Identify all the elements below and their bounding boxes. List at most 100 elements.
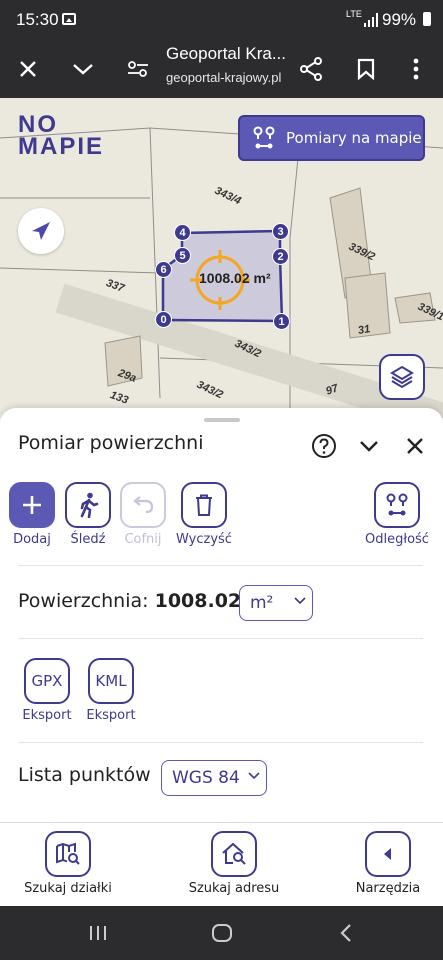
back-button[interactable]: [316, 906, 376, 960]
clear-tool[interactable]: Wyczyść: [174, 482, 234, 547]
map-search-icon: [56, 842, 80, 865]
chevron-down-icon: [248, 772, 260, 780]
chevron-down-icon: [360, 441, 378, 452]
divider: [18, 565, 423, 566]
divider: [18, 742, 423, 743]
search-address-label: Szukaj adresu: [188, 881, 280, 896]
map-area-label: 1008.02 m²: [199, 270, 271, 286]
search-address-button[interactable]: [211, 831, 257, 877]
undo-icon: [133, 496, 154, 514]
bottom-navigation: Szukaj działki Szukaj adresu Narzędzia: [0, 822, 443, 906]
area-result: Powierzchnia: 1008.02: [18, 590, 241, 612]
measure-points-icon: [253, 126, 275, 149]
help-button[interactable]: [310, 432, 338, 460]
measurements-button[interactable]: Pomiary na mapie: [238, 115, 425, 161]
distance-button[interactable]: [374, 482, 420, 528]
close-icon: [407, 438, 423, 454]
unit-select-value: m²: [250, 593, 274, 613]
close-tab-button[interactable]: [6, 40, 50, 98]
undo-label: Cofnij: [124, 532, 162, 547]
more-vert-icon: [413, 58, 419, 80]
add-point-tool[interactable]: Dodaj: [9, 482, 55, 547]
chevron-down-icon: [73, 64, 93, 75]
panel-title: Pomiar powierzchni: [18, 432, 204, 454]
minimize-button[interactable]: [61, 40, 105, 98]
image-notification-icon: [62, 13, 76, 25]
collapse-panel-button[interactable]: [355, 432, 383, 460]
signal-icon: [364, 13, 378, 27]
layers-icon: [390, 365, 414, 389]
unit-select[interactable]: m²: [239, 585, 313, 621]
back-icon: [340, 924, 351, 942]
export-kml[interactable]: KML Eksport: [82, 658, 140, 723]
trash-icon: [196, 494, 212, 516]
track-button[interactable]: [65, 482, 111, 528]
clear-button[interactable]: [181, 482, 227, 528]
measure-point[interactable]: 2: [272, 248, 289, 265]
measure-point[interactable]: 0: [155, 311, 172, 328]
more-options-button[interactable]: [394, 40, 438, 98]
panel-drag-handle[interactable]: [204, 418, 240, 422]
system-navigation-bar: [0, 906, 443, 960]
triangle-left-icon: [384, 848, 391, 860]
page-url[interactable]: geoportal-krajowy.pl: [166, 70, 281, 85]
coord-system-select[interactable]: WGS 84: [161, 760, 267, 796]
search-address-nav[interactable]: Szukaj adresu: [180, 831, 288, 896]
layers-button[interactable]: [379, 354, 425, 400]
home-icon: [212, 924, 232, 942]
measure-point[interactable]: 4: [174, 224, 191, 241]
measure-point[interactable]: 3: [272, 223, 289, 240]
help-icon: [312, 434, 336, 458]
add-point-label: Dodaj: [13, 532, 51, 547]
walking-person-icon: [80, 492, 99, 518]
search-parcel-nav[interactable]: Szukaj działki: [16, 831, 120, 896]
recent-apps-button[interactable]: [68, 906, 128, 960]
share-button[interactable]: [289, 40, 333, 98]
measure-point[interactable]: 6: [155, 261, 172, 278]
distance-label: Odległość: [365, 532, 429, 547]
status-time: 15:30: [16, 10, 59, 29]
map-view[interactable]: 343/4 339/2 337 343/2 31 339/1 29a 343/2…: [0, 98, 443, 418]
tools-nav[interactable]: Narzędzia: [349, 831, 427, 896]
measure-point[interactable]: 5: [174, 247, 191, 264]
home-button[interactable]: [192, 906, 252, 960]
export-kml-button[interactable]: KML: [88, 658, 134, 704]
browser-toolbar: Geoportal Kra... geoportal-krajowy.pl: [0, 40, 443, 98]
bookmark-icon: [357, 58, 375, 80]
clear-label: Wyczyść: [176, 532, 232, 547]
site-settings-button[interactable]: [116, 40, 160, 98]
points-list-label: Lista punktów: [18, 764, 151, 786]
search-parcel-button[interactable]: [45, 831, 91, 877]
measurements-button-label: Pomiary na mapie: [286, 129, 422, 147]
status-bar: 15:30 LTE 99%: [0, 0, 443, 40]
search-parcel-label: Szukaj działki: [24, 881, 112, 896]
battery-level: 99%: [382, 10, 417, 29]
export-kml-label: Eksport: [86, 708, 136, 723]
undo-button[interactable]: [120, 482, 166, 528]
area-value: 1008.02: [154, 590, 242, 612]
export-gpx-button[interactable]: GPX: [24, 658, 70, 704]
home-search-icon: [222, 842, 246, 865]
measure-points-icon: [386, 493, 408, 516]
battery-icon: [423, 12, 431, 26]
divider: [18, 638, 423, 639]
coord-system-value: WGS 84: [172, 768, 240, 788]
app-logo: NO MAPIE: [18, 113, 105, 160]
chevron-down-icon: [294, 597, 306, 605]
measurement-panel: Pomiar powierzchni Dodaj Śledź Cofnij Wy…: [0, 408, 443, 822]
close-panel-button[interactable]: [401, 432, 429, 460]
share-icon: [300, 57, 322, 81]
track-label: Śledź: [70, 532, 106, 547]
track-tool[interactable]: Śledź: [65, 482, 111, 547]
parcel-label: 31: [357, 323, 372, 337]
compass-button[interactable]: [18, 208, 64, 254]
distance-tool[interactable]: Odległość: [361, 482, 433, 547]
area-label: Powierzchnia:: [18, 590, 149, 612]
measure-point[interactable]: 1: [273, 313, 290, 330]
logo-line-2: MAPIE: [18, 133, 105, 160]
undo-tool[interactable]: Cofnij: [120, 482, 166, 547]
bookmark-button[interactable]: [344, 40, 388, 98]
export-gpx[interactable]: GPX Eksport: [18, 658, 76, 723]
tools-button[interactable]: [365, 831, 411, 877]
add-point-button[interactable]: [9, 482, 55, 528]
